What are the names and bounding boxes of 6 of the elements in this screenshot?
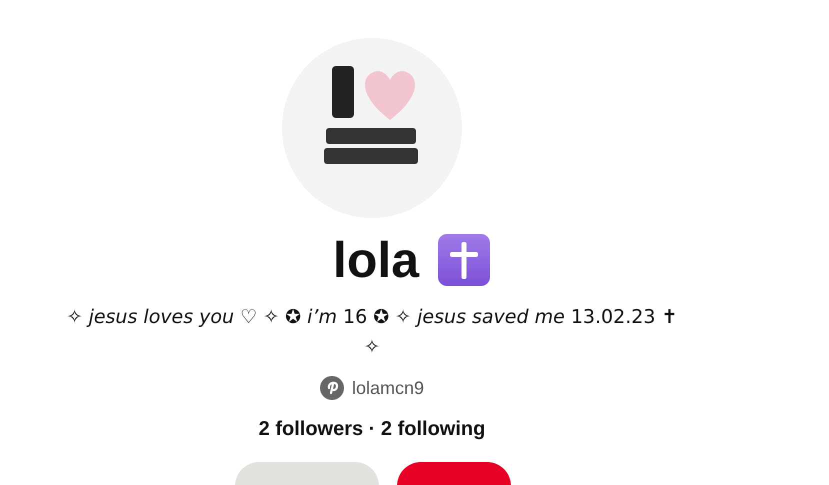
username: lolamcn9 bbox=[352, 378, 424, 398]
follower-stats[interactable]: 2 followers · 2 following bbox=[258, 418, 486, 441]
pinterest-logo-icon bbox=[320, 376, 344, 400]
profile-name: lola bbox=[332, 231, 420, 290]
cross-emoji-icon bbox=[437, 233, 492, 287]
bio-text: ✧ jesus loves you ♡ ✧ ✪ i’m 16 ✪ ✧ jesus saved me 13.02.23 ✝ ✧ bbox=[66, 305, 678, 360]
